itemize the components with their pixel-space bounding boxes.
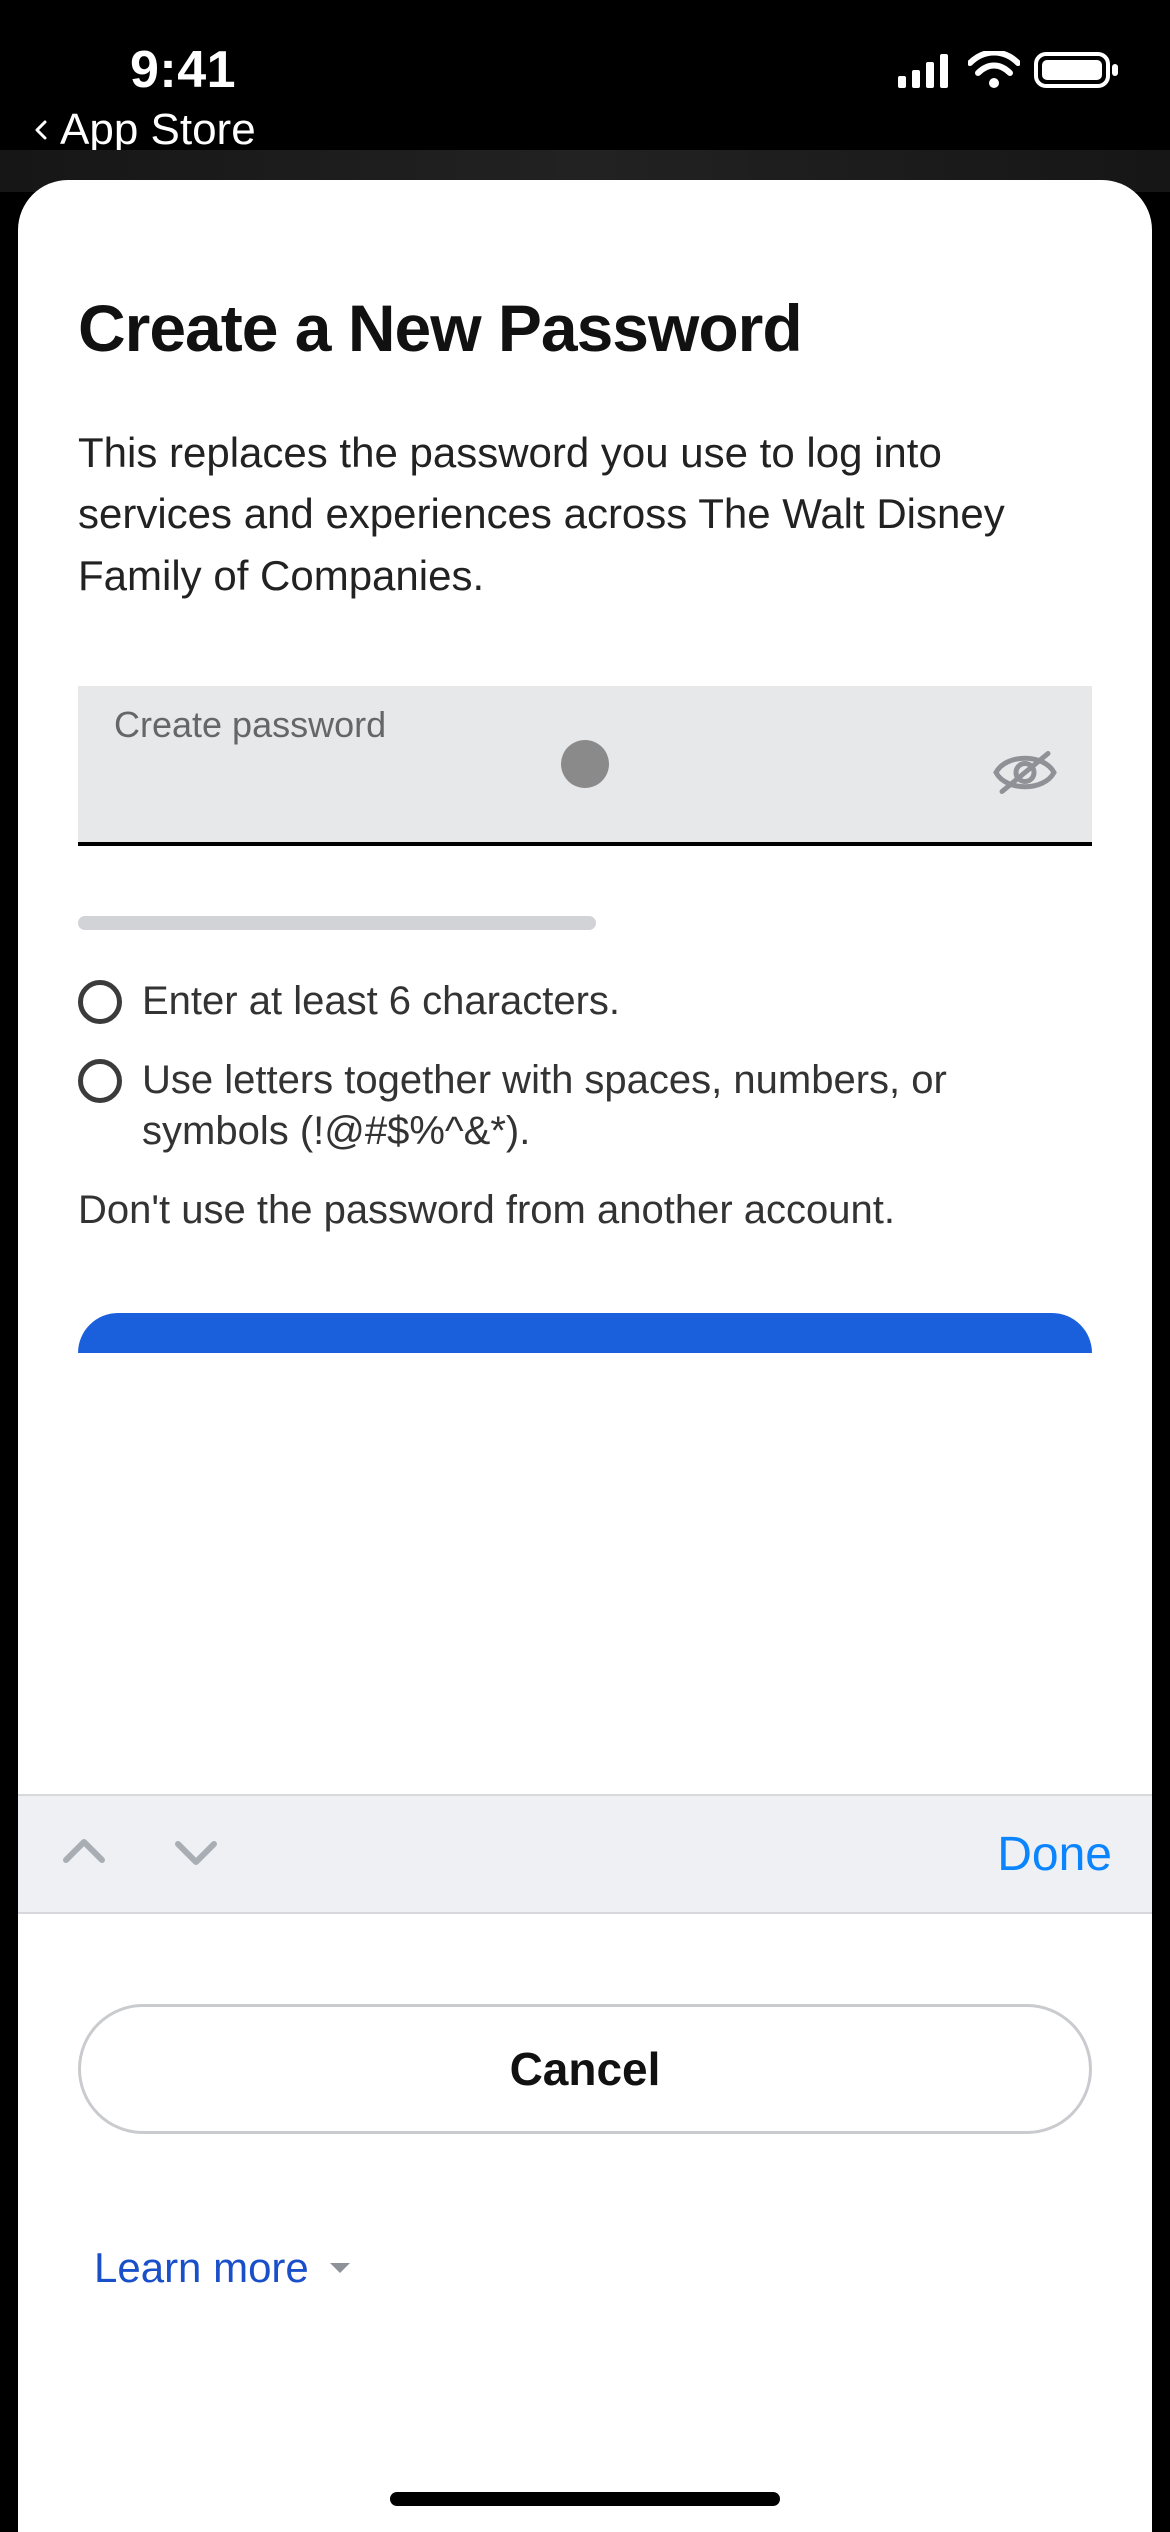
password-input-label: Create password <box>114 704 972 746</box>
status-time: 9:41 <box>130 40 236 100</box>
chevron-up-icon <box>58 1826 110 1878</box>
learn-more-label: Learn more <box>94 2244 309 2292</box>
wifi-icon <box>968 51 1020 89</box>
previous-field-button[interactable] <box>58 1826 110 1883</box>
battery-icon <box>1034 50 1120 90</box>
next-field-button[interactable] <box>170 1826 222 1883</box>
page-subtitle: This replaces the password you use to lo… <box>78 422 1092 606</box>
home-indicator[interactable] <box>390 2492 780 2506</box>
cellular-signal-icon <box>898 52 954 88</box>
password-sheet: Create a New Password This replaces the … <box>18 180 1152 2532</box>
status-bar: 9:41 App Store <box>0 0 1170 150</box>
input-activity-indicator-icon <box>561 740 609 788</box>
back-to-app-store[interactable]: App Store <box>30 105 256 155</box>
page-title: Create a New Password <box>78 290 1092 366</box>
eye-off-icon <box>992 747 1058 797</box>
show-password-toggle[interactable] <box>992 747 1058 802</box>
submit-button[interactable] <box>78 1313 1092 1353</box>
requirement-text: Use letters together with spaces, number… <box>142 1055 1092 1157</box>
requirement-item: Use letters together with spaces, number… <box>78 1055 1092 1157</box>
password-note: Don't use the password from another acco… <box>78 1188 1092 1233</box>
learn-more-link[interactable]: Learn more <box>94 2244 353 2292</box>
caret-down-icon <box>327 2255 353 2281</box>
requirement-text: Enter at least 6 characters. <box>142 976 620 1027</box>
requirement-unmet-icon <box>78 1059 122 1103</box>
requirement-item: Enter at least 6 characters. <box>78 976 1092 1027</box>
password-input[interactable]: Create password <box>78 686 1092 846</box>
cancel-button[interactable]: Cancel <box>78 2004 1092 2134</box>
status-indicators <box>898 50 1120 90</box>
requirement-unmet-icon <box>78 980 122 1024</box>
secondary-actions: Cancel Learn more <box>18 1914 1152 2532</box>
keyboard-done-button[interactable]: Done <box>997 1827 1112 1882</box>
back-chevron-icon <box>30 118 54 142</box>
password-strength-meter <box>78 916 596 930</box>
keyboard-accessory-bar: Done <box>18 1794 1152 1914</box>
chevron-down-icon <box>170 1826 222 1878</box>
back-label: App Store <box>60 105 256 155</box>
